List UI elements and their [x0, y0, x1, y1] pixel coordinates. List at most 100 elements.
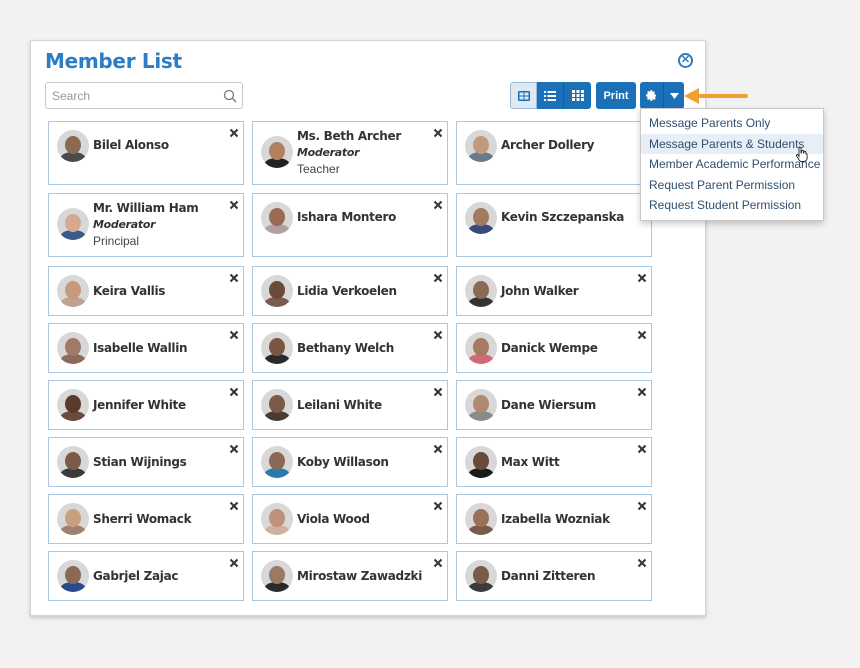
panel-title: Member List: [45, 49, 182, 73]
member-name[interactable]: Keira Vallis: [93, 284, 165, 298]
avatar: [465, 275, 497, 307]
member-card[interactable]: Ishara Montero: [252, 193, 448, 257]
settings-button[interactable]: [640, 82, 664, 109]
avatar: [261, 136, 293, 168]
remove-member-icon[interactable]: [433, 200, 443, 210]
remove-member-icon[interactable]: [433, 558, 443, 568]
member-card[interactable]: Dane Wiersum: [456, 380, 652, 430]
remove-member-icon[interactable]: [229, 200, 239, 210]
member-card[interactable]: Mr. William Ham Moderator Principal: [48, 193, 244, 257]
avatar: [57, 275, 89, 307]
member-card[interactable]: Gabrjel Zajac: [48, 551, 244, 601]
avatar: [57, 389, 89, 421]
member-card[interactable]: Ms. Beth Archer Moderator Teacher: [252, 121, 448, 185]
grid-icon: [571, 90, 584, 101]
remove-member-icon[interactable]: [433, 387, 443, 397]
remove-member-icon[interactable]: [229, 330, 239, 340]
member-role: Moderator: [297, 146, 360, 159]
member-name[interactable]: Dane Wiersum: [501, 398, 596, 412]
member-card[interactable]: Bilel Alonso: [48, 121, 244, 185]
member-name[interactable]: Bethany Welch: [297, 341, 394, 355]
remove-member-icon[interactable]: [433, 273, 443, 283]
member-name[interactable]: Leilani White: [297, 398, 382, 412]
remove-member-icon[interactable]: [229, 444, 239, 454]
member-name[interactable]: Bilel Alonso: [93, 138, 169, 152]
dropdown-toggle-button[interactable]: [664, 82, 684, 109]
member-name[interactable]: Danick Wempe: [501, 341, 598, 355]
member-name[interactable]: Lidia Verkoelen: [297, 284, 397, 298]
menu-item-message-parents-only[interactable]: Message Parents Only: [641, 113, 823, 134]
member-card[interactable]: Keira Vallis: [48, 266, 244, 316]
member-title: Principal: [93, 234, 140, 248]
member-name[interactable]: Jennifer White: [93, 398, 186, 412]
menu-item-request-student-permission[interactable]: Request Student Permission: [641, 195, 823, 216]
card-view-button[interactable]: [510, 82, 537, 109]
member-name[interactable]: Ishara Montero: [297, 210, 396, 224]
member-card[interactable]: Koby Willason: [252, 437, 448, 487]
menu-item-request-parent-permission[interactable]: Request Parent Permission: [641, 175, 823, 196]
actions-dropdown-menu: Message Parents Only Message Parents & S…: [640, 108, 824, 221]
remove-member-icon[interactable]: [229, 558, 239, 568]
member-card[interactable]: Mirostaw Zawadzki: [252, 551, 448, 601]
remove-member-icon[interactable]: [229, 501, 239, 511]
member-name[interactable]: Isabelle Wallin: [93, 341, 188, 355]
member-name[interactable]: Ms. Beth Archer: [297, 129, 401, 143]
avatar: [57, 503, 89, 535]
avatar: [465, 446, 497, 478]
avatar: [465, 503, 497, 535]
member-card[interactable]: Danick Wempe: [456, 323, 652, 373]
member-card[interactable]: Jennifer White: [48, 380, 244, 430]
member-card[interactable]: Danni Zitteren: [456, 551, 652, 601]
member-card[interactable]: Max Witt: [456, 437, 652, 487]
print-button[interactable]: Print: [596, 82, 636, 109]
member-card[interactable]: Izabella Wozniak: [456, 494, 652, 544]
remove-member-icon[interactable]: [637, 501, 647, 511]
member-card[interactable]: John Walker: [456, 266, 652, 316]
remove-member-icon[interactable]: [637, 387, 647, 397]
remove-member-icon[interactable]: [433, 444, 443, 454]
member-card[interactable]: Stian Wijnings: [48, 437, 244, 487]
search-input[interactable]: [46, 83, 242, 108]
remove-member-icon[interactable]: [433, 501, 443, 511]
search-field[interactable]: [45, 82, 243, 109]
member-name[interactable]: Izabella Wozniak: [501, 512, 610, 526]
orange-arrow-pointer: [684, 88, 748, 104]
remove-member-icon[interactable]: [433, 330, 443, 340]
member-name[interactable]: Max Witt: [501, 455, 560, 469]
member-card[interactable]: Isabelle Wallin: [48, 323, 244, 373]
remove-member-icon[interactable]: [229, 387, 239, 397]
member-card[interactable]: Archer Dollery: [456, 121, 652, 185]
member-name[interactable]: Mr. William Ham: [93, 201, 199, 215]
member-name[interactable]: Viola Wood: [297, 512, 370, 526]
remove-member-icon[interactable]: [229, 128, 239, 138]
member-card[interactable]: Viola Wood: [252, 494, 448, 544]
member-card[interactable]: Kevin Szczepanska: [456, 193, 652, 257]
member-name[interactable]: Danni Zitteren: [501, 569, 596, 583]
member-name[interactable]: John Walker: [501, 284, 579, 298]
avatar: [465, 560, 497, 592]
member-name[interactable]: Archer Dollery: [501, 138, 595, 152]
member-card[interactable]: Sherri Womack: [48, 494, 244, 544]
member-name[interactable]: Kevin Szczepanska: [501, 210, 624, 224]
avatar: [57, 446, 89, 478]
member-name[interactable]: Gabrjel Zajac: [93, 569, 179, 583]
member-name[interactable]: Stian Wijnings: [93, 455, 187, 469]
remove-member-icon[interactable]: [637, 330, 647, 340]
grid-view-button[interactable]: [564, 82, 591, 109]
remove-member-icon[interactable]: [229, 273, 239, 283]
remove-member-icon[interactable]: [637, 558, 647, 568]
member-card[interactable]: Bethany Welch: [252, 323, 448, 373]
search-icon[interactable]: [223, 89, 237, 103]
list-view-button[interactable]: [537, 82, 564, 109]
caret-down-icon: [669, 92, 679, 99]
member-name[interactable]: Sherri Womack: [93, 512, 192, 526]
close-circle-icon[interactable]: ✕: [678, 53, 693, 68]
member-card[interactable]: Leilani White: [252, 380, 448, 430]
avatar: [57, 208, 89, 240]
member-name[interactable]: Mirostaw Zawadzki: [297, 569, 422, 583]
remove-member-icon[interactable]: [433, 128, 443, 138]
member-card[interactable]: Lidia Verkoelen: [252, 266, 448, 316]
member-name[interactable]: Koby Willason: [297, 455, 389, 469]
remove-member-icon[interactable]: [637, 273, 647, 283]
remove-member-icon[interactable]: [637, 444, 647, 454]
